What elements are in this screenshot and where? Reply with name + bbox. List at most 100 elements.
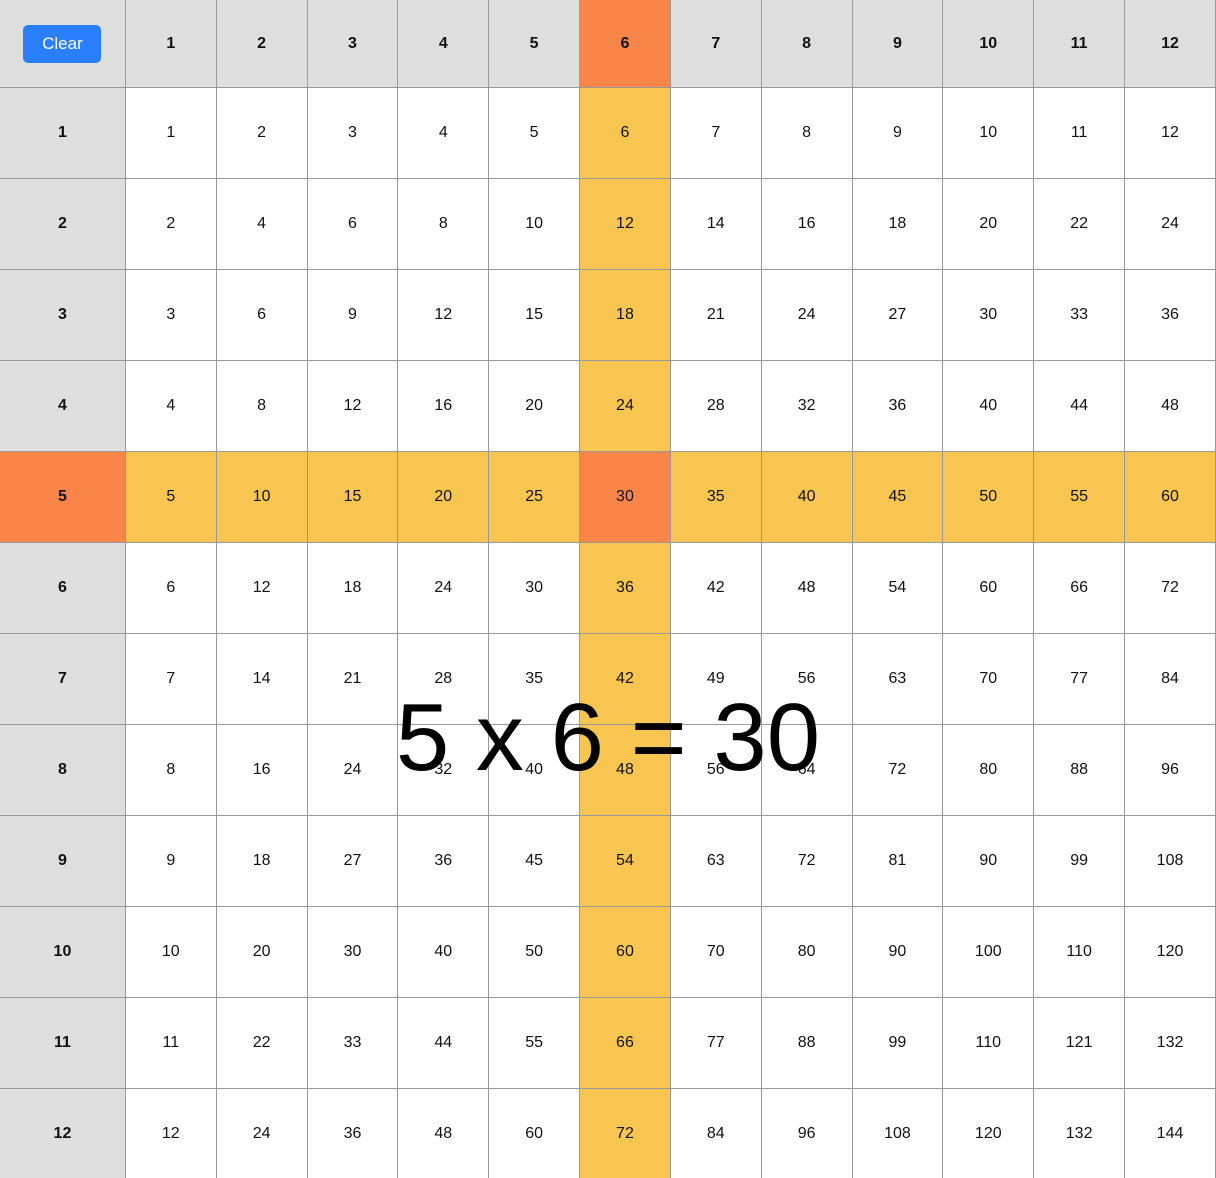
product-cell[interactable]: 99 bbox=[1033, 815, 1126, 907]
product-cell[interactable]: 80 bbox=[942, 724, 1035, 816]
column-header-1[interactable]: 1 bbox=[124, 0, 217, 88]
product-cell[interactable]: 84 bbox=[1124, 633, 1216, 725]
column-header-4[interactable]: 4 bbox=[397, 0, 490, 88]
product-cell[interactable]: 84 bbox=[669, 1088, 762, 1178]
product-cell[interactable]: 56 bbox=[669, 724, 762, 816]
product-cell[interactable]: 30 bbox=[488, 542, 581, 634]
product-cell[interactable]: 60 bbox=[579, 906, 671, 998]
product-cell[interactable]: 132 bbox=[1033, 1088, 1126, 1178]
product-cell[interactable]: 108 bbox=[851, 1088, 944, 1178]
product-cell[interactable]: 24 bbox=[760, 269, 853, 361]
product-cell[interactable]: 56 bbox=[760, 633, 853, 725]
product-cell[interactable]: 55 bbox=[488, 997, 581, 1089]
product-cell[interactable]: 66 bbox=[1033, 542, 1126, 634]
column-header-6[interactable]: 6 bbox=[579, 0, 671, 88]
product-cell[interactable]: 40 bbox=[942, 360, 1035, 452]
row-header-1[interactable]: 1 bbox=[0, 87, 126, 179]
row-header-11[interactable]: 11 bbox=[0, 997, 126, 1089]
product-cell[interactable]: 36 bbox=[851, 360, 944, 452]
column-header-8[interactable]: 8 bbox=[760, 0, 853, 88]
product-cell[interactable]: 72 bbox=[760, 815, 853, 907]
product-cell[interactable]: 40 bbox=[488, 724, 581, 816]
product-cell[interactable]: 96 bbox=[1124, 724, 1216, 816]
product-cell[interactable]: 27 bbox=[851, 269, 944, 361]
product-cell[interactable]: 10 bbox=[942, 87, 1035, 179]
row-header-3[interactable]: 3 bbox=[0, 269, 126, 361]
product-cell[interactable]: 63 bbox=[669, 815, 762, 907]
row-header-9[interactable]: 9 bbox=[0, 815, 126, 907]
product-cell[interactable]: 45 bbox=[851, 451, 944, 543]
product-cell[interactable]: 5 bbox=[124, 451, 217, 543]
product-cell[interactable]: 70 bbox=[669, 906, 762, 998]
product-cell[interactable]: 21 bbox=[669, 269, 762, 361]
product-cell[interactable]: 12 bbox=[124, 1088, 217, 1178]
product-cell[interactable]: 20 bbox=[215, 906, 308, 998]
product-cell[interactable]: 24 bbox=[215, 1088, 308, 1178]
product-cell[interactable]: 21 bbox=[306, 633, 399, 725]
product-cell[interactable]: 6 bbox=[306, 178, 399, 270]
product-cell[interactable]: 120 bbox=[1124, 906, 1216, 998]
product-cell[interactable]: 32 bbox=[397, 724, 490, 816]
column-header-10[interactable]: 10 bbox=[942, 0, 1035, 88]
product-cell[interactable]: 81 bbox=[851, 815, 944, 907]
product-cell[interactable]: 36 bbox=[306, 1088, 399, 1178]
product-cell[interactable]: 10 bbox=[215, 451, 308, 543]
row-header-5[interactable]: 5 bbox=[0, 451, 126, 543]
product-cell[interactable]: 77 bbox=[669, 997, 762, 1089]
product-cell[interactable]: 121 bbox=[1033, 997, 1126, 1089]
clear-button[interactable]: Clear bbox=[23, 24, 102, 63]
product-cell[interactable]: 3 bbox=[124, 269, 217, 361]
column-header-9[interactable]: 9 bbox=[851, 0, 944, 88]
product-cell[interactable]: 99 bbox=[851, 997, 944, 1089]
product-cell[interactable]: 63 bbox=[851, 633, 944, 725]
product-cell[interactable]: 28 bbox=[669, 360, 762, 452]
product-cell[interactable]: 30 bbox=[579, 451, 671, 543]
product-cell[interactable]: 10 bbox=[488, 178, 581, 270]
product-cell[interactable]: 40 bbox=[760, 451, 853, 543]
product-cell[interactable]: 48 bbox=[760, 542, 853, 634]
product-cell[interactable]: 96 bbox=[760, 1088, 853, 1178]
column-header-3[interactable]: 3 bbox=[306, 0, 399, 88]
product-cell[interactable]: 36 bbox=[579, 542, 671, 634]
row-header-6[interactable]: 6 bbox=[0, 542, 126, 634]
product-cell[interactable]: 20 bbox=[397, 451, 490, 543]
product-cell[interactable]: 8 bbox=[397, 178, 490, 270]
product-cell[interactable]: 110 bbox=[942, 997, 1035, 1089]
product-cell[interactable]: 11 bbox=[124, 997, 217, 1089]
product-cell[interactable]: 45 bbox=[488, 815, 581, 907]
product-cell[interactable]: 132 bbox=[1124, 997, 1216, 1089]
product-cell[interactable]: 24 bbox=[397, 542, 490, 634]
product-cell[interactable]: 8 bbox=[215, 360, 308, 452]
product-cell[interactable]: 5 bbox=[488, 87, 581, 179]
product-cell[interactable]: 48 bbox=[397, 1088, 490, 1178]
product-cell[interactable]: 24 bbox=[306, 724, 399, 816]
product-cell[interactable]: 2 bbox=[215, 87, 308, 179]
product-cell[interactable]: 36 bbox=[1124, 269, 1216, 361]
product-cell[interactable]: 15 bbox=[488, 269, 581, 361]
product-cell[interactable]: 44 bbox=[1033, 360, 1126, 452]
product-cell[interactable]: 10 bbox=[124, 906, 217, 998]
product-cell[interactable]: 12 bbox=[306, 360, 399, 452]
product-cell[interactable]: 8 bbox=[124, 724, 217, 816]
product-cell[interactable]: 2 bbox=[124, 178, 217, 270]
product-cell[interactable]: 50 bbox=[488, 906, 581, 998]
product-cell[interactable]: 9 bbox=[851, 87, 944, 179]
product-cell[interactable]: 30 bbox=[306, 906, 399, 998]
product-cell[interactable]: 90 bbox=[942, 815, 1035, 907]
product-cell[interactable]: 18 bbox=[306, 542, 399, 634]
product-cell[interactable]: 60 bbox=[942, 542, 1035, 634]
product-cell[interactable]: 35 bbox=[669, 451, 762, 543]
row-header-10[interactable]: 10 bbox=[0, 906, 126, 998]
product-cell[interactable]: 6 bbox=[124, 542, 217, 634]
product-cell[interactable]: 16 bbox=[397, 360, 490, 452]
product-cell[interactable]: 24 bbox=[1124, 178, 1216, 270]
product-cell[interactable]: 80 bbox=[760, 906, 853, 998]
product-cell[interactable]: 12 bbox=[579, 178, 671, 270]
product-cell[interactable]: 60 bbox=[488, 1088, 581, 1178]
product-cell[interactable]: 12 bbox=[397, 269, 490, 361]
product-cell[interactable]: 1 bbox=[124, 87, 217, 179]
column-header-2[interactable]: 2 bbox=[215, 0, 308, 88]
product-cell[interactable]: 77 bbox=[1033, 633, 1126, 725]
product-cell[interactable]: 28 bbox=[397, 633, 490, 725]
product-cell[interactable]: 88 bbox=[1033, 724, 1126, 816]
